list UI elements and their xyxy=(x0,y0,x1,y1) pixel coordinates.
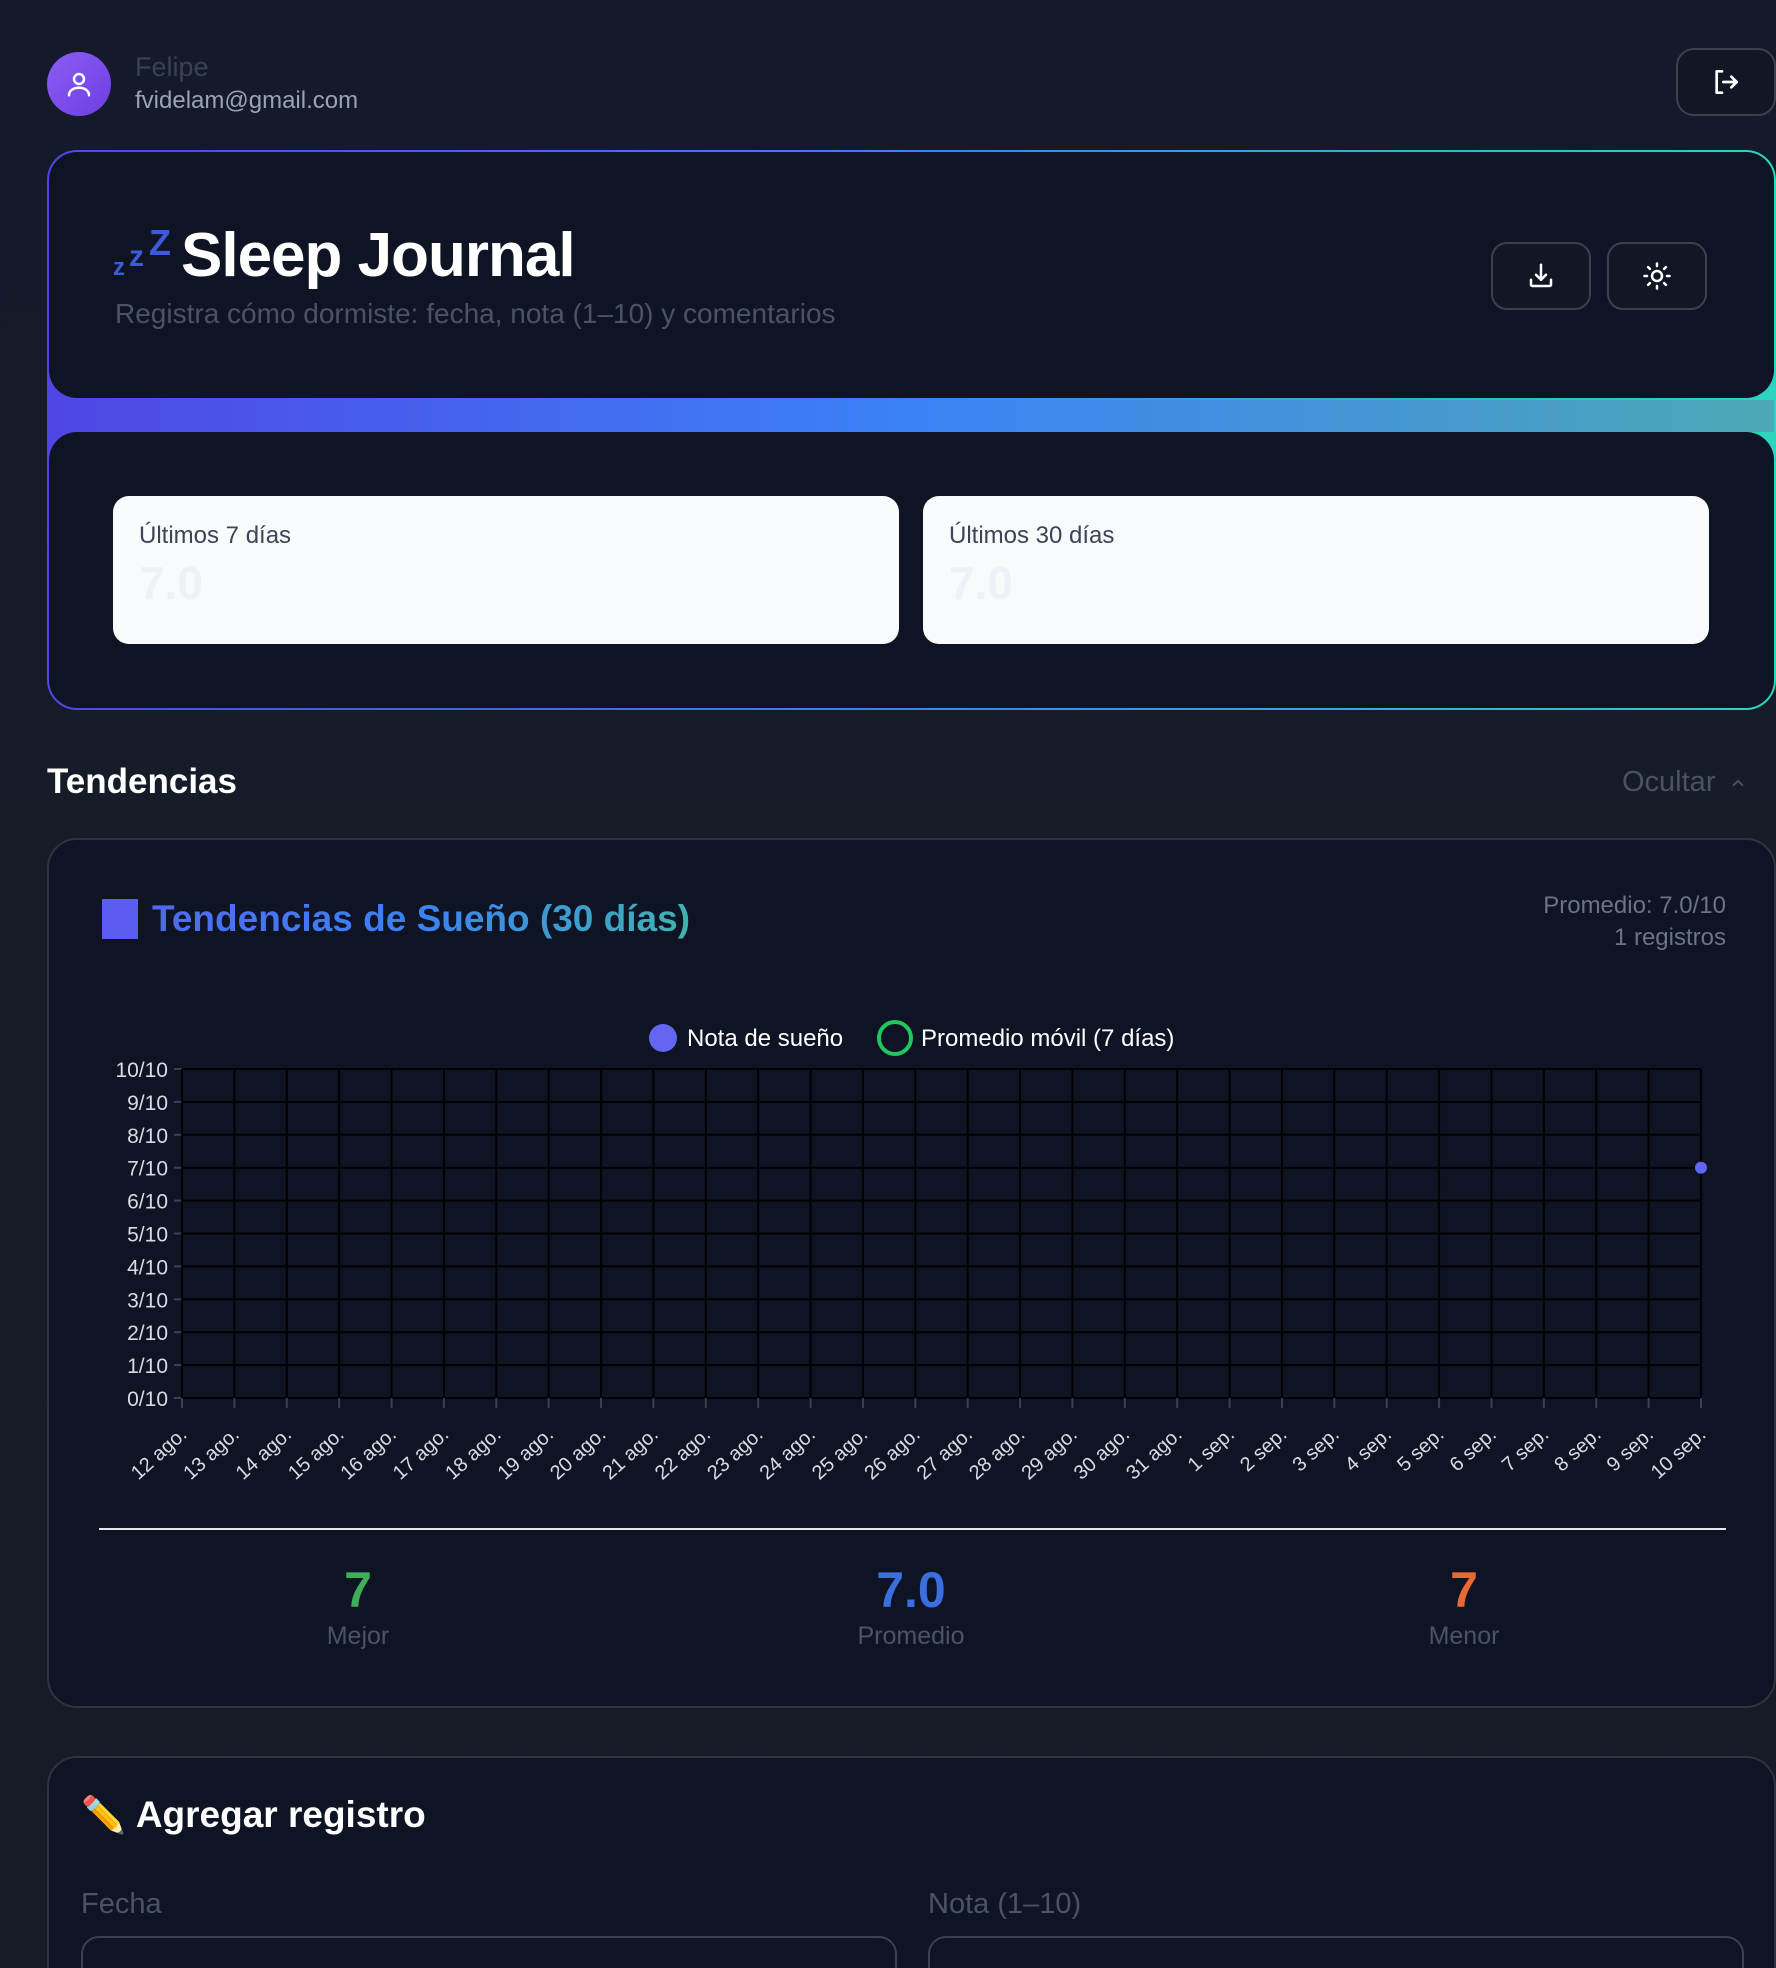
x-tick-label: 25 ago. xyxy=(808,1423,872,1484)
logout-icon xyxy=(1715,70,1738,94)
x-tick-label: 21 ago. xyxy=(598,1423,662,1484)
y-tick-label: 1/10 xyxy=(127,1355,168,1378)
score-label: Nota (1–10) xyxy=(928,1888,1082,1920)
x-tick-label: 3 sep. xyxy=(1288,1423,1343,1476)
data-point-sleep-score xyxy=(1695,1161,1707,1174)
zzz-icon: z z Z xyxy=(113,221,171,281)
stat-value: 7.0 xyxy=(949,557,1013,609)
stat-label: Últimos 30 días xyxy=(949,522,1115,549)
x-tick-label: 4 sep. xyxy=(1341,1423,1396,1476)
summary-average-label: Promedio xyxy=(857,1622,965,1650)
y-tick-label: 9/10 xyxy=(127,1092,168,1115)
x-tick-label: 12 ago. xyxy=(127,1423,191,1484)
journal-header-card: z z Z Sleep Journal Registra cómo dormis… xyxy=(47,150,1776,710)
user-name: Felipe xyxy=(135,52,209,82)
x-tick-label: 20 ago. xyxy=(546,1423,610,1484)
x-tick-label: 10 sep. xyxy=(1647,1423,1710,1483)
x-tick-label: 5 sep. xyxy=(1393,1423,1448,1476)
y-tick-label: 5/10 xyxy=(127,1224,168,1247)
stat-value: 7.0 xyxy=(139,557,203,609)
summary-best: 7 Mejor xyxy=(208,1562,508,1651)
stat-label: Últimos 7 días xyxy=(139,522,292,549)
date-label: Fecha xyxy=(81,1888,162,1920)
y-tick-label: 0/10 xyxy=(127,1388,168,1411)
stat-card-30-days: Últimos 30 días 7.0 xyxy=(923,496,1709,644)
y-tick-label: 6/10 xyxy=(127,1191,168,1214)
x-tick-label: 31 ago. xyxy=(1122,1423,1186,1484)
trends-section-title: Tendencias xyxy=(47,762,237,801)
page-subtitle: Registra cómo dormiste: fecha, nota (1–1… xyxy=(115,298,836,329)
x-tick-label: 16 ago. xyxy=(337,1423,401,1484)
score-input[interactable] xyxy=(928,1936,1744,1968)
x-tick-label: 7 sep. xyxy=(1498,1423,1553,1476)
x-tick-label: 28 ago. xyxy=(965,1423,1029,1484)
x-tick-label: 22 ago. xyxy=(651,1423,715,1484)
page-title: Sleep Journal xyxy=(181,221,576,290)
sun-icon xyxy=(1643,262,1671,290)
x-tick-label: 29 ago. xyxy=(1017,1423,1081,1484)
chevron-up-icon xyxy=(1733,779,1744,786)
y-tick-label: 7/10 xyxy=(127,1158,168,1181)
x-tick-label: 19 ago. xyxy=(494,1423,558,1484)
chart-divider xyxy=(99,1528,1726,1530)
hide-trends-toggle[interactable]: Ocultar xyxy=(1622,766,1747,799)
y-tick-label: 4/10 xyxy=(127,1256,168,1279)
x-tick-label: 6 sep. xyxy=(1446,1423,1501,1476)
y-tick-label: 2/10 xyxy=(127,1322,168,1345)
x-tick-label: 13 ago. xyxy=(179,1423,243,1484)
summary-lowest-value: 7 xyxy=(1450,1562,1478,1618)
x-tick-label: 14 ago. xyxy=(232,1423,296,1484)
user-icon xyxy=(67,72,91,97)
summary-lowest-label: Menor xyxy=(1428,1622,1500,1650)
theme-toggle-button[interactable] xyxy=(1607,242,1707,310)
add-entry-title: Agregar registro xyxy=(135,1794,426,1835)
legend-marker-moving-average xyxy=(877,1020,913,1056)
x-tick-label: 24 ago. xyxy=(756,1423,820,1484)
y-tick-label: 10/10 xyxy=(115,1059,168,1082)
x-tick-label: 15 ago. xyxy=(284,1423,348,1484)
stat-card-7-days: Últimos 7 días 7.0 xyxy=(113,496,899,644)
summary-average-value: 7.0 xyxy=(876,1562,946,1618)
user-bar: Felipe fvidelam@gmail.com xyxy=(47,50,358,118)
y-tick-label: 8/10 xyxy=(127,1125,168,1148)
summary-best-label: Mejor xyxy=(326,1622,390,1650)
x-tick-label: 18 ago. xyxy=(441,1423,505,1484)
legend-label-sleep-score: Nota de sueño xyxy=(687,1025,843,1052)
hide-label: Ocultar xyxy=(1622,766,1716,798)
x-tick-label: 23 ago. xyxy=(703,1423,767,1484)
logout-button[interactable] xyxy=(1676,48,1776,116)
legend-label-moving-average: Promedio móvil (7 días) xyxy=(921,1025,1174,1052)
x-tick-label: 8 sep. xyxy=(1550,1423,1605,1476)
pencil-icon: ✏️ xyxy=(81,1794,126,1835)
x-tick-label: 17 ago. xyxy=(389,1423,453,1484)
x-tick-label: 26 ago. xyxy=(860,1423,924,1484)
legend-marker-sleep-score xyxy=(649,1024,677,1052)
summary-average: 7.0 Promedio xyxy=(761,1562,1061,1651)
export-button[interactable] xyxy=(1491,242,1591,310)
summary-best-value: 7 xyxy=(344,1562,372,1618)
x-tick-label: 1 sep. xyxy=(1184,1423,1239,1476)
avatar[interactable] xyxy=(47,52,111,116)
trend-chart: 0/10 1/10 2/10 3/10 4/10 5/10 6/10 7/10 8/10 9/10… xyxy=(115,1020,1710,1484)
y-tick-label: 3/10 xyxy=(127,1289,168,1312)
download-icon xyxy=(1529,263,1553,288)
user-email: fvidelam@gmail.com xyxy=(135,87,359,114)
add-entry-card: ✏️ Agregar registro Fecha Nota (1–10) xyxy=(47,1756,1776,1968)
x-tick-label: 30 ago. xyxy=(1070,1423,1134,1484)
gradient-strip xyxy=(49,400,1774,432)
trends-chart-card: Tendencias de Sueño (30 días) Promedio: … xyxy=(47,838,1776,1708)
date-input[interactable] xyxy=(81,1936,897,1968)
x-tick-label: 27 ago. xyxy=(913,1423,977,1484)
summary-lowest: 7 Menor xyxy=(1314,1562,1614,1651)
x-tick-label: 2 sep. xyxy=(1236,1423,1291,1476)
